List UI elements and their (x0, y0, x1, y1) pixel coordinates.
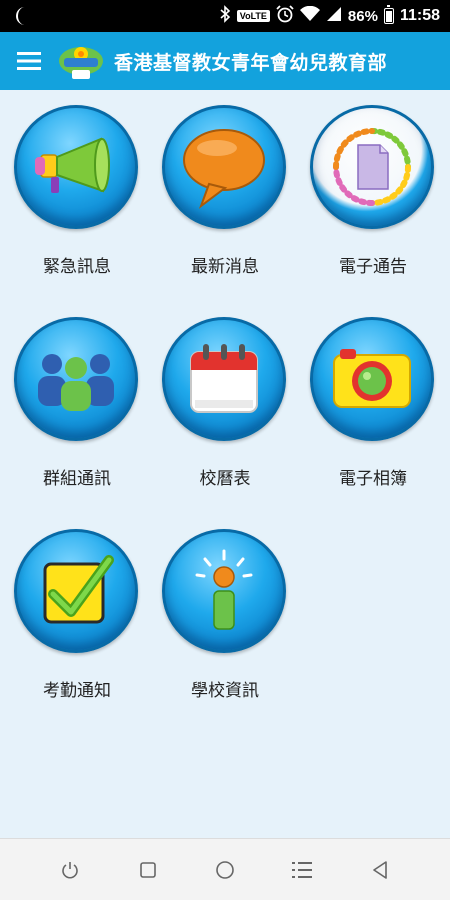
signal-icon (326, 6, 342, 26)
tile-attendance-notice[interactable]: 考勤通知 (0, 514, 150, 726)
tile-label: 緊急訊息 (43, 257, 111, 277)
document-cycle-icon[interactable] (310, 105, 434, 229)
tile-label: 考勤通知 (43, 681, 111, 701)
tile-label: 電子通告 (339, 257, 407, 277)
tile-label: 電子相簿 (339, 469, 407, 489)
bluetooth-icon (219, 5, 231, 27)
tile-label: 學校資訊 (191, 681, 259, 701)
megaphone-icon[interactable] (14, 105, 138, 229)
speech-bubble-icon[interactable] (162, 105, 286, 229)
tile-school-calendar[interactable]: 校曆表 (148, 302, 298, 514)
app-bar: 香港基督教女青年會幼兒教育部 (0, 32, 450, 90)
circle-home-icon[interactable] (195, 839, 255, 900)
alarm-icon (276, 5, 294, 27)
tile-latest-news[interactable]: 最新消息 (148, 90, 298, 302)
hamburger-menu-icon[interactable] (0, 32, 58, 90)
battery-icon (383, 5, 394, 24)
tile-e-notice[interactable]: 電子通告 (296, 90, 446, 302)
volte-badge: VoLTE (236, 10, 270, 22)
back-triangle-icon[interactable] (350, 839, 410, 900)
group-people-icon[interactable] (14, 317, 138, 441)
tile-label: 校曆表 (199, 469, 251, 489)
info-icon[interactable] (162, 529, 286, 653)
tile-label: 最新消息 (191, 257, 259, 277)
wifi-icon (299, 5, 320, 26)
status-time: 11:58 (399, 7, 440, 24)
tile-school-info[interactable]: 學校資訊 (148, 514, 298, 726)
tile-group-messaging[interactable]: 群組通訊 (0, 302, 150, 514)
battery-percent: 86% (347, 7, 378, 25)
checkbox-icon[interactable] (14, 529, 138, 653)
status-bar: VoLTE 86% 11:58 (0, 0, 450, 32)
tile-e-album[interactable]: 電子相簿 (296, 302, 446, 514)
tile-emergency-message[interactable]: 緊急訊息 (0, 90, 150, 302)
square-icon[interactable] (118, 839, 178, 900)
camera-icon[interactable] (310, 317, 434, 441)
ywca-logo-icon (58, 41, 104, 81)
do-not-disturb-moon-icon (14, 6, 30, 30)
tile-label: 群組通訊 (43, 469, 111, 489)
system-nav-bar (0, 838, 450, 900)
power-icon[interactable] (40, 839, 100, 900)
list-menu-icon[interactable] (272, 839, 332, 900)
calendar-icon[interactable] (162, 317, 286, 441)
app-title: 香港基督教女青年會幼兒教育部 (114, 51, 388, 74)
